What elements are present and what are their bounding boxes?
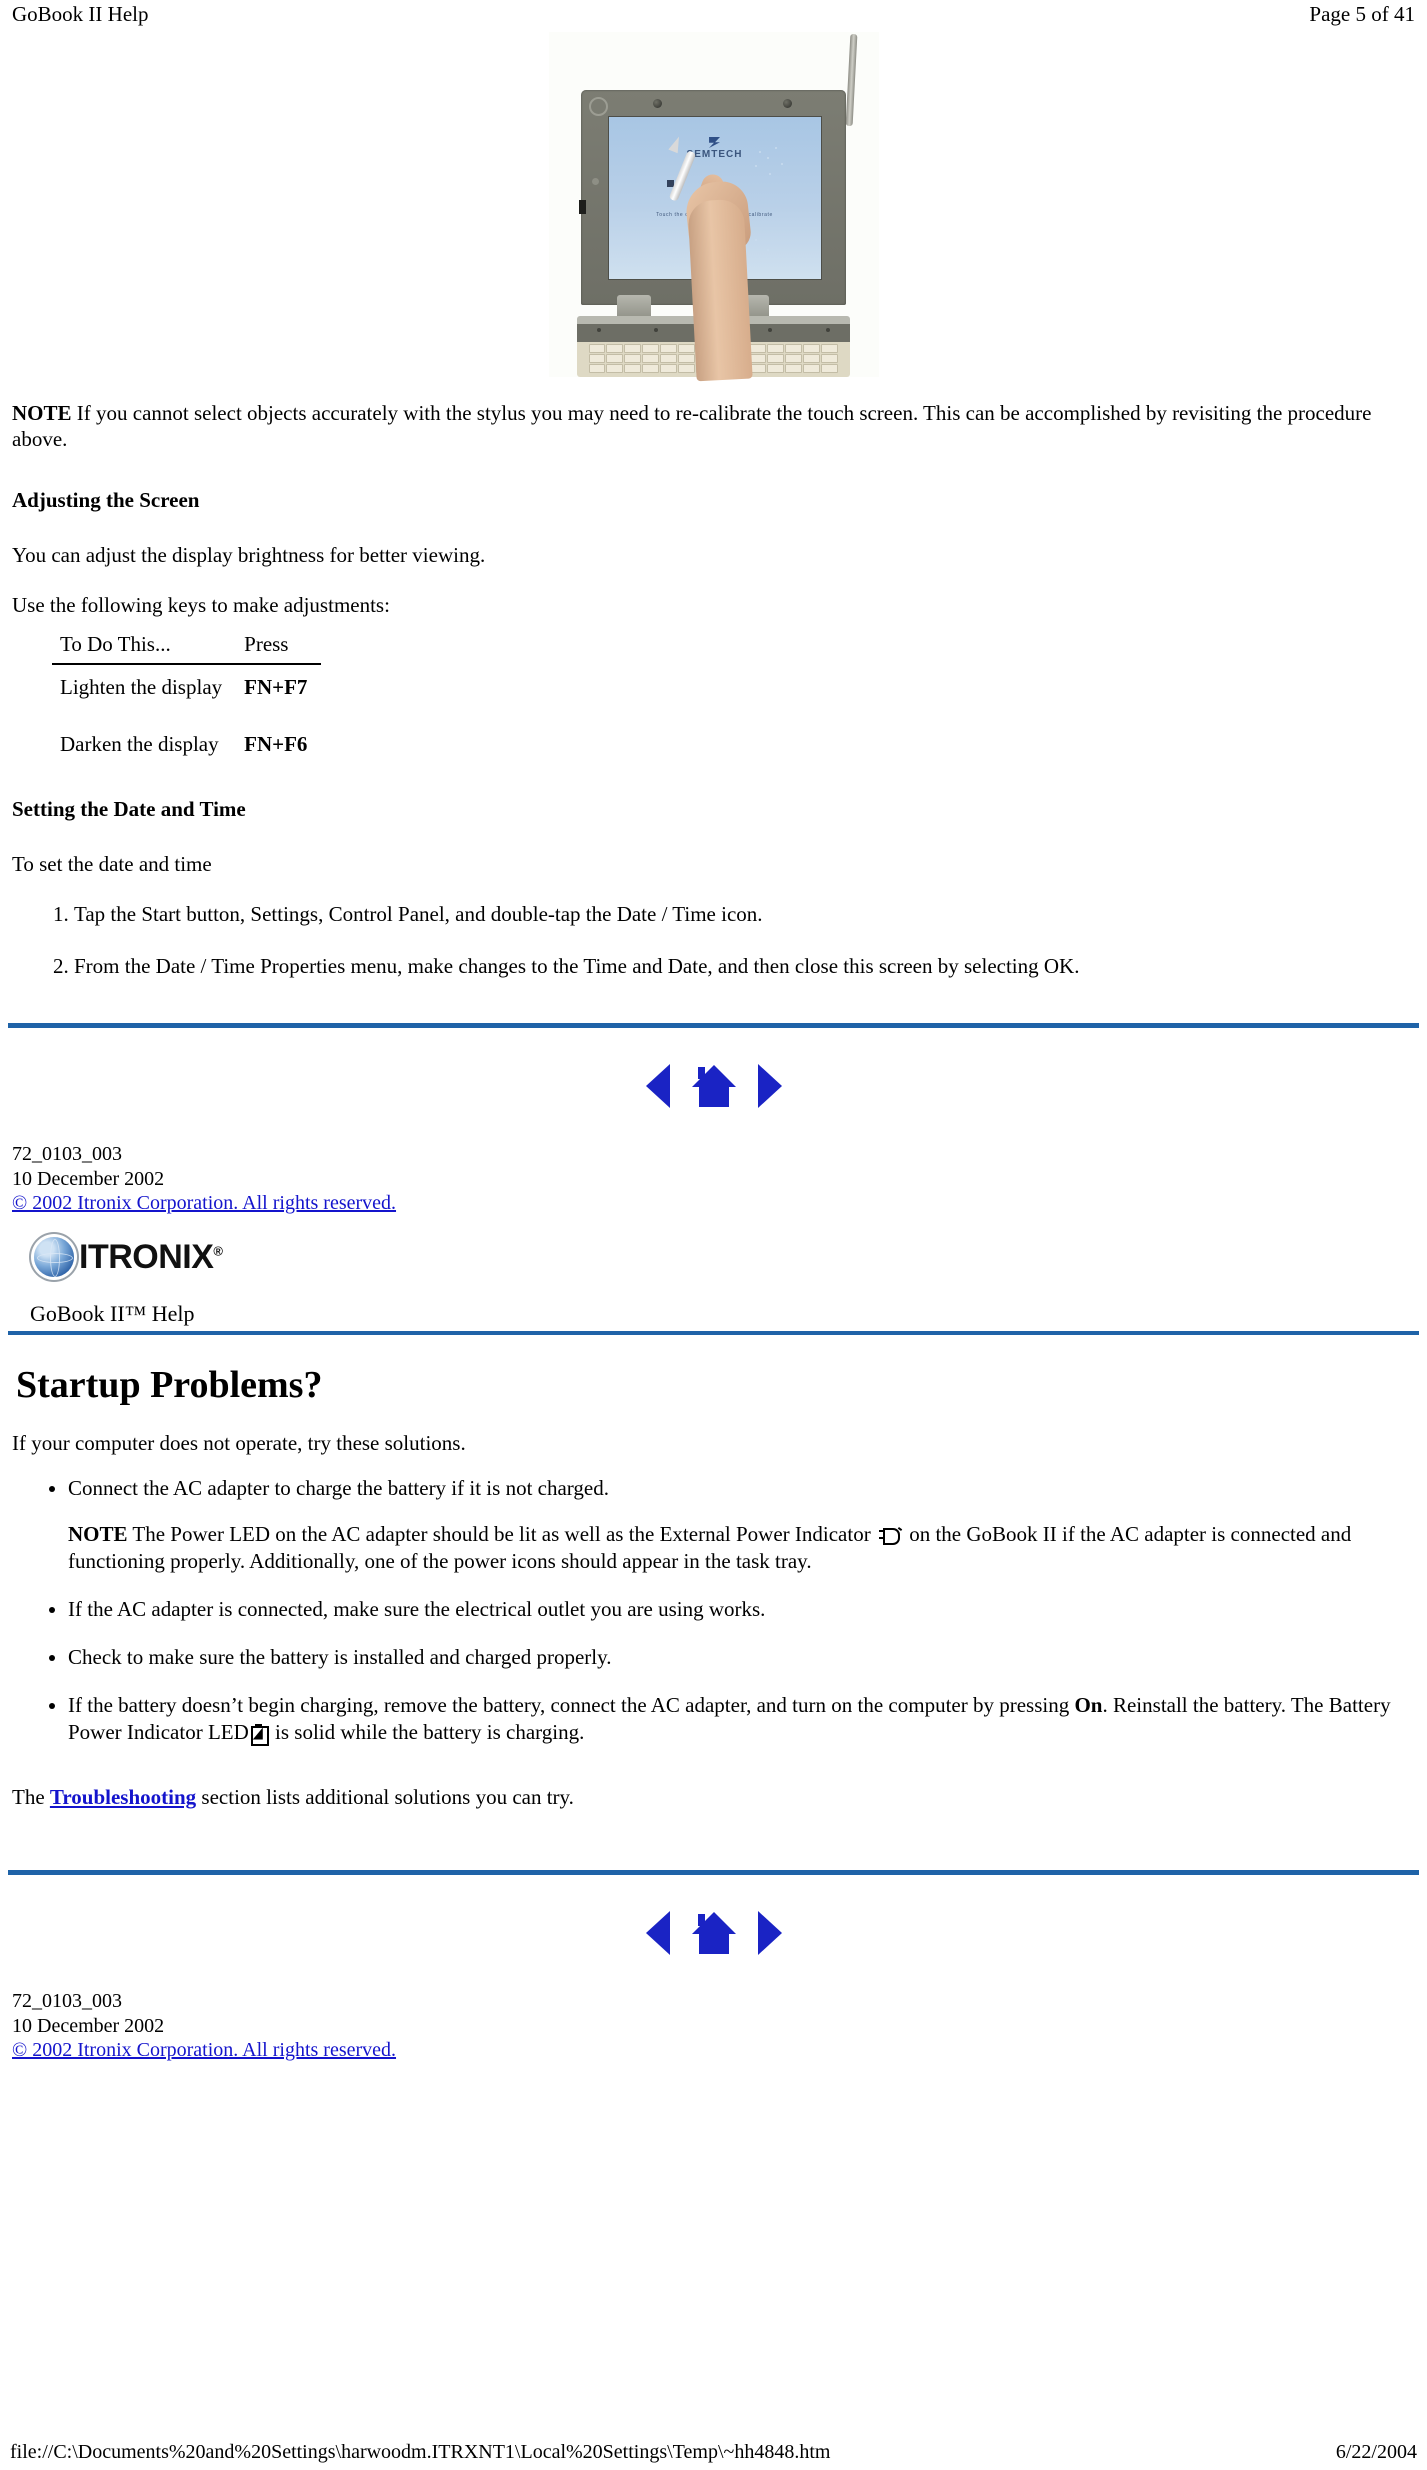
semtech-mark-icon <box>709 137 720 148</box>
page-navigation-top[interactable] <box>8 1064 1419 1109</box>
table-row: Lighten the display FN+F7 <box>52 664 321 722</box>
printed-help-page: GoBook II Help Page 5 of 41 SEMTECH Touc… <box>0 0 1427 2470</box>
globe-icon <box>34 1237 74 1278</box>
footer-doc-number: 72_0103_003 <box>12 1143 122 1166</box>
page-navigation-bottom[interactable] <box>8 1911 1419 1956</box>
print-footer: file://C:\Documents%20and%20Settings\har… <box>0 2441 1427 2464</box>
print-header: GoBook II Help Page 5 of 41 <box>8 0 1419 30</box>
brightness-key-table: To Do This... Press Lighten the display … <box>52 630 322 779</box>
cell-press: FN+F7 <box>244 675 308 700</box>
figure-touchscreen-calibration: SEMTECH Touch the center of the target t… <box>8 32 1419 382</box>
note-label: NOTE <box>68 1522 128 1547</box>
list-item: Connect the AC adapter to charge the bat… <box>68 1475 1415 1574</box>
help-title: GoBook II™ Help <box>30 1301 195 1327</box>
bullet-text-part-3: is solid while the battery is charging. <box>269 1719 585 1744</box>
print-footer-file-path: file://C:\Documents%20and%20Settings\har… <box>10 2441 831 2463</box>
list-item: Tap the Start button, Settings, Control … <box>74 902 1415 928</box>
startup-intro: If your computer does not operate, try t… <box>12 1431 466 1456</box>
forward-arrow-icon[interactable] <box>757 1064 782 1109</box>
list-item: Check to make sure the battery is instal… <box>68 1644 1415 1670</box>
document-footer-top: 72_0103_003 10 December 2002 © 2002 Itro… <box>8 1142 1419 1215</box>
registered-trademark-icon: ® <box>213 1243 223 1259</box>
heading-startup-problems: Startup Problems? <box>16 1364 323 1407</box>
external-power-icon <box>878 1527 903 1546</box>
document-footer-bottom: 72_0103_003 10 December 2002 © 2002 Itro… <box>8 1989 1419 2062</box>
itronix-wordmark: ITRONIX® <box>79 1237 223 1276</box>
itronix-logo: ITRONIX® <box>34 1237 1419 1278</box>
heading-adjusting-the-screen: Adjusting the Screen <box>12 488 200 513</box>
table-header-row: To Do This... Press <box>52 630 322 666</box>
footer-copyright-link[interactable]: © 2002 Itronix Corporation. All rights r… <box>12 2039 396 2061</box>
closing-prefix: The <box>12 1784 50 1809</box>
footer-copyright-link[interactable]: © 2002 Itronix Corporation. All rights r… <box>12 1192 396 1214</box>
home-icon[interactable] <box>691 1065 736 1108</box>
startup-solutions-list: Connect the AC adapter to charge the bat… <box>12 1475 1415 1746</box>
list-item: If the AC adapter is connected, make sur… <box>68 1596 1415 1622</box>
back-arrow-icon[interactable] <box>645 1911 670 1956</box>
help-title-rule <box>8 1331 1419 1336</box>
section-divider-rule-bottom <box>8 1870 1419 1876</box>
section-divider-rule <box>8 1023 1419 1029</box>
footer-date: 10 December 2002 <box>12 1167 165 1190</box>
footer-date: 10 December 2002 <box>12 2014 165 2037</box>
bullet-text-part-1: If the battery doesn’t begin charging, r… <box>68 1693 1075 1718</box>
table-row: Darken the display FN+F6 <box>52 722 321 779</box>
key-on-emphasis: On <box>1074 1693 1103 1718</box>
lid-screw <box>652 99 662 108</box>
home-icon[interactable] <box>691 1912 736 1955</box>
note-recalibrate: NOTE If you cannot select objects accura… <box>12 401 1415 452</box>
battery-icon <box>250 1723 269 1746</box>
heading-setting-date-and-time: Setting the Date and Time <box>12 797 246 822</box>
list-item: From the Date / Time Properties menu, ma… <box>74 954 1415 980</box>
note-text-part-1: The Power LED on the AC adapter should b… <box>127 1522 876 1547</box>
troubleshooting-link[interactable]: Troubleshooting <box>50 1785 196 1809</box>
adjusting-paragraph-2: Use the following keys to make adjustmen… <box>12 592 390 617</box>
lid-screw <box>782 99 792 108</box>
date-time-intro: To set the date and time <box>12 852 212 877</box>
list-item: If the battery doesn’t begin charging, r… <box>68 1692 1415 1746</box>
note-power-led: NOTE The Power LED on the AC adapter sho… <box>68 1521 1415 1574</box>
column-header-action: To Do This... <box>52 630 237 666</box>
lid-port <box>578 200 586 214</box>
troubleshooting-reference: The Troubleshooting section lists additi… <box>12 1785 1415 1811</box>
print-header-page-number: Page 5 of 41 <box>1309 2 1415 26</box>
closing-suffix: section lists additional solutions you c… <box>196 1784 574 1809</box>
date-time-steps: Tap the Start button, Settings, Control … <box>12 902 1415 979</box>
lid-latch-ring <box>588 97 608 116</box>
lid-sensor-dot <box>591 178 599 185</box>
cell-action: Lighten the display <box>60 675 223 700</box>
itronix-branding: ITRONIX® <box>8 1237 1419 1278</box>
forward-arrow-icon[interactable] <box>757 1911 782 1956</box>
bullet-text: Connect the AC adapter to charge the bat… <box>68 1476 609 1501</box>
photo-gobook-stylus: SEMTECH Touch the center of the target t… <box>548 32 879 382</box>
antenna <box>845 33 857 127</box>
column-header-press: Press <box>236 630 322 666</box>
cell-press: FN+F6 <box>244 732 308 757</box>
note-label: NOTE <box>12 401 72 425</box>
print-footer-date: 6/22/2004 <box>1335 2441 1417 2463</box>
back-arrow-icon[interactable] <box>645 1064 670 1109</box>
footer-doc-number: 72_0103_003 <box>12 1990 122 2013</box>
print-header-title: GoBook II Help <box>12 2 149 26</box>
note-text: If you cannot select objects accurately … <box>12 401 1372 451</box>
forearm <box>686 198 753 382</box>
cell-action: Darken the display <box>60 732 219 757</box>
adjusting-paragraph-1: You can adjust the display brightness fo… <box>12 543 486 568</box>
